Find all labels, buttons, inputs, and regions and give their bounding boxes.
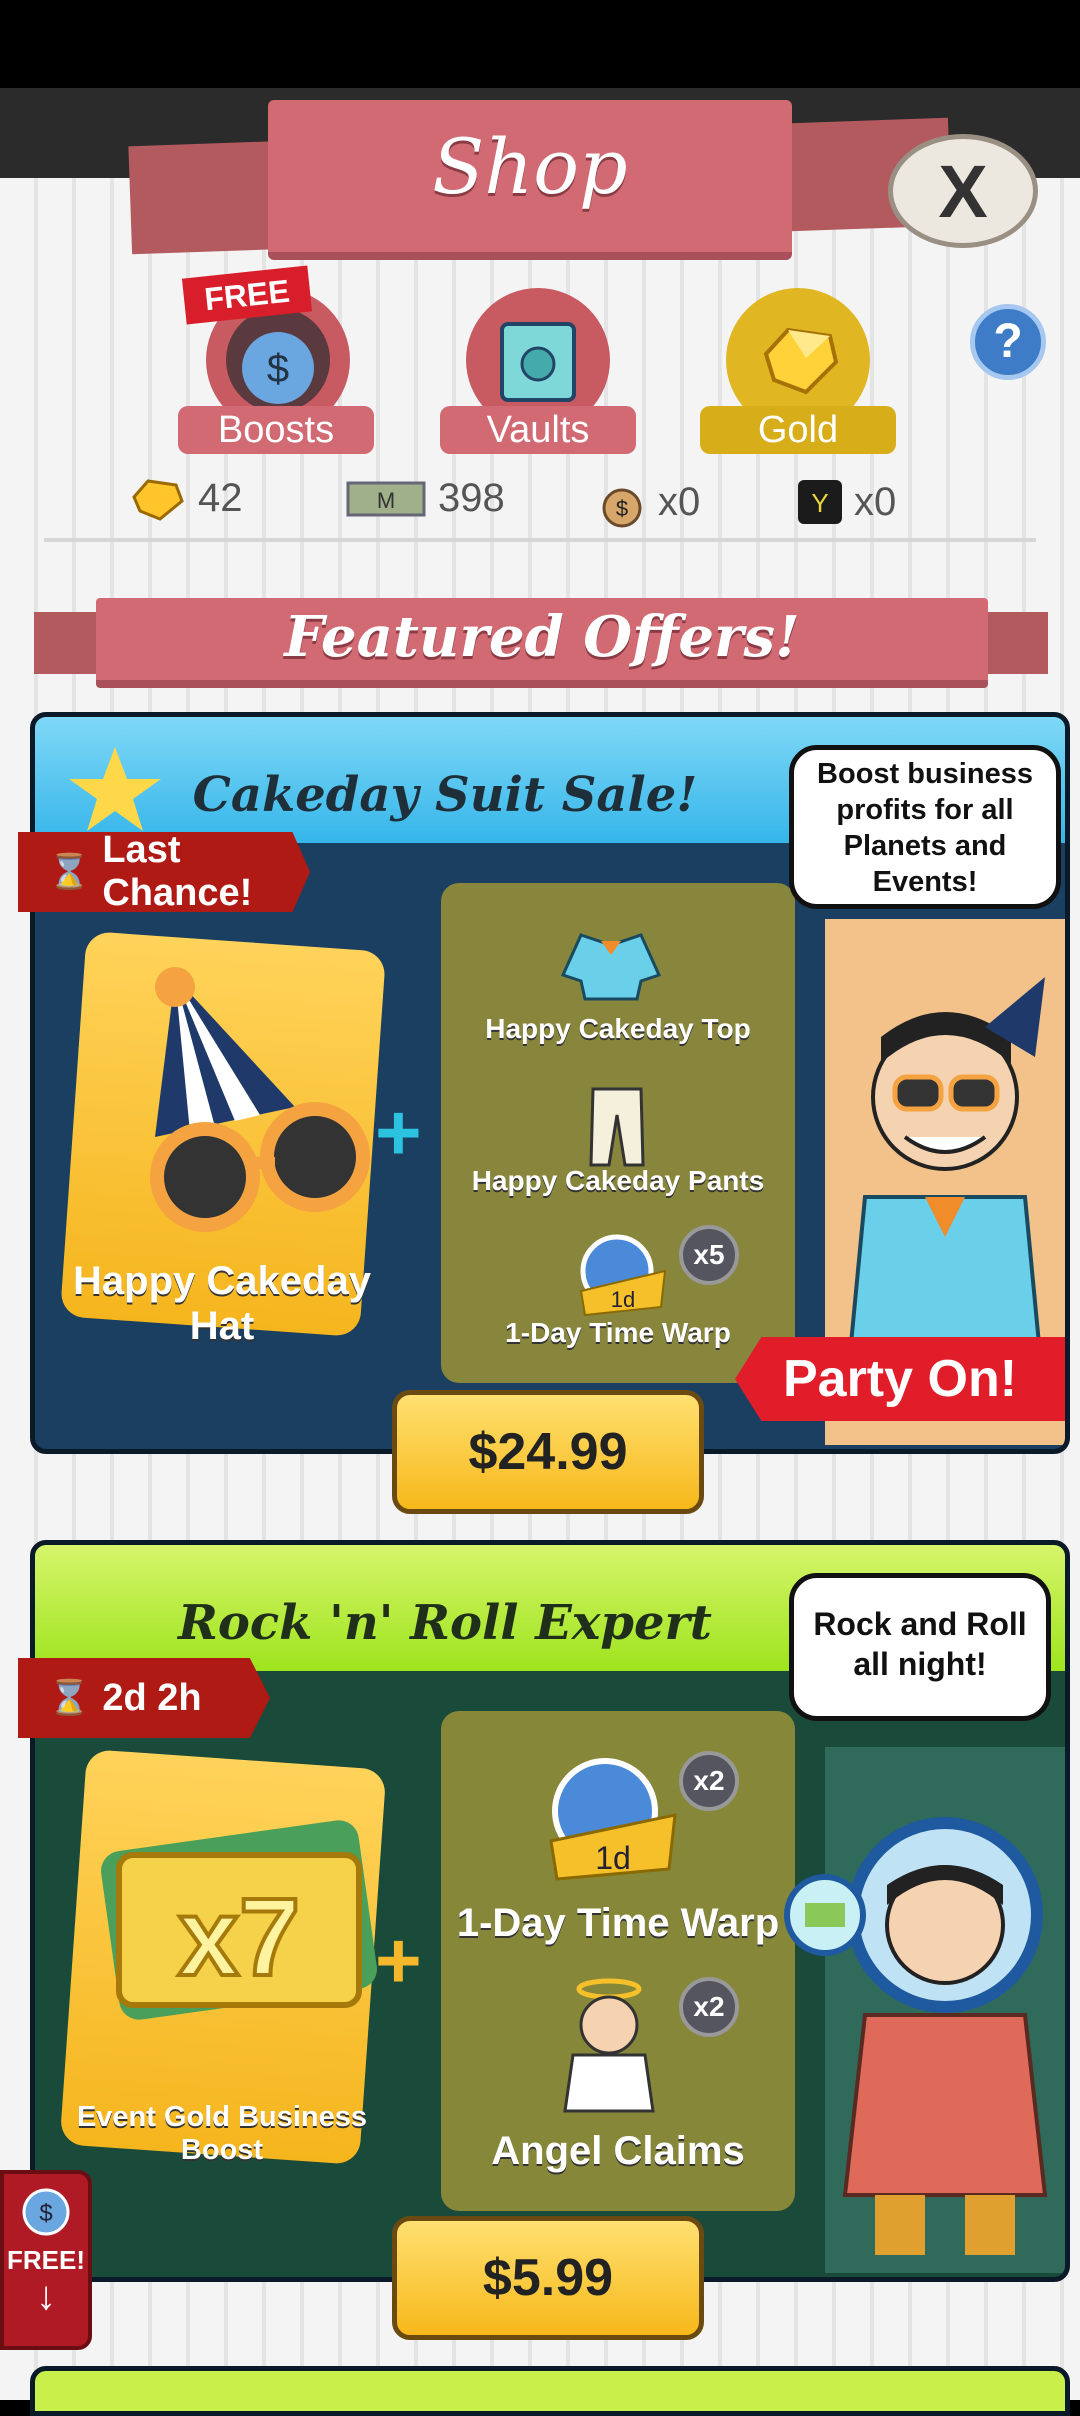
tab-label: Vaults <box>440 406 636 454</box>
timer-label: Last Chance! <box>102 829 253 914</box>
svg-text:M: M <box>377 488 395 513</box>
arrow-down-icon: ↓ <box>36 2274 56 2318</box>
currency-megabucks: M 398 <box>346 476 505 521</box>
tab-label: Gold <box>700 406 896 454</box>
divider <box>44 538 1036 542</box>
offer-title: Rock 'n' Roll Expert <box>178 1595 712 1651</box>
svg-text:1d: 1d <box>611 1287 635 1312</box>
item-label: Angel Claims <box>491 2129 745 2173</box>
multiplier-text: x7 <box>178 1876 300 1999</box>
gold-gem-icon <box>132 478 184 521</box>
party-on-banner: Party On! <box>735 1337 1065 1421</box>
status-bar <box>0 0 1080 88</box>
count-badge: x5 <box>679 1225 739 1285</box>
suit-pants-icon <box>587 1085 647 1174</box>
buy-button-cakeday[interactable]: $24.99 <box>392 1390 704 1514</box>
astronaut-character <box>775 1795 1065 2270</box>
item-label: Happy Cakeday Top <box>485 1013 751 1044</box>
gold-count: 42 <box>198 476 243 520</box>
offer-card-rock-n-roll[interactable]: Rock 'n' Roll Expert x7 Event Gold Busin… <box>30 1540 1070 2282</box>
next-offer-card <box>30 2366 1070 2416</box>
help-button[interactable]: ? <box>970 304 1046 380</box>
currency-ticket: Y x0 <box>796 478 896 526</box>
boost-bag-icon: $ <box>22 2188 70 2236</box>
count-badge: x2 <box>679 1751 739 1811</box>
featured-title: Featured Offers! <box>284 604 800 670</box>
time-warp-icon: 1d <box>571 1227 671 1322</box>
ticket-icon: Y <box>798 480 842 524</box>
svg-text:$: $ <box>616 496 628 521</box>
speech-bubble: Rock and Roll all night! <box>789 1573 1051 1721</box>
count-badge: x2 <box>679 1977 739 2037</box>
timer-tag: ⌛ Last Chance! <box>18 832 310 912</box>
money-bag-count: x0 <box>658 479 701 524</box>
free-side-tab[interactable]: $ FREE! ↓ <box>0 2170 92 2350</box>
offer-card-cakeday[interactable]: Cakeday Suit Sale! Happy Cakeday Hat + H… <box>30 712 1070 1454</box>
free-tab-label: FREE! <box>7 2245 85 2275</box>
offer-title: Cakeday Suit Sale! <box>192 767 698 823</box>
angel-icon <box>549 1975 669 2120</box>
hourglass-icon: ⌛ <box>48 1679 91 1717</box>
main-item-label: Event Gold Business Boost <box>76 2101 368 2166</box>
question-icon: ? <box>993 315 1023 368</box>
hourglass-icon: ⌛ <box>48 853 91 891</box>
tab-label: Boosts <box>178 406 374 454</box>
item-label: 1-Day Time Warp <box>456 1901 780 1945</box>
gold-boost-icon: x7 <box>89 1795 389 2060</box>
speech-bubble: Boost business profits for all Planets a… <box>789 745 1061 909</box>
item-label: Happy Cakeday Pants <box>471 1165 765 1196</box>
time-warp-icon: 1d <box>535 1745 685 1890</box>
svg-text:$: $ <box>39 2200 52 2227</box>
buy-button-rock-n-roll[interactable]: $5.99 <box>392 2216 704 2340</box>
shop-title: Shop <box>432 122 628 211</box>
svg-text:1d: 1d <box>595 1840 631 1876</box>
svg-text:Y: Y <box>811 488 828 518</box>
suit-top-icon <box>560 925 662 1010</box>
money-bag-icon: $ <box>602 488 642 528</box>
timer-tag: ⌛ 2d 2h <box>18 1658 270 1738</box>
plus-icon: + <box>375 1916 422 2005</box>
currency-gold: 42 <box>130 476 243 521</box>
party-hat-icon <box>95 957 385 1242</box>
ticket-count: x0 <box>854 479 897 524</box>
timer-label: 2d 2h <box>102 1676 202 1719</box>
svg-text:$: $ <box>267 347 289 391</box>
megabucks-icon: M <box>346 481 426 516</box>
main-item-label: Happy Cakeday Hat <box>73 1259 371 1348</box>
currency-money-bag: $ x0 <box>592 474 700 530</box>
item-label: 1-Day Time Warp <box>505 1317 731 1348</box>
close-icon: X <box>938 149 988 233</box>
close-button[interactable]: X <box>888 134 1038 248</box>
plus-icon: + <box>375 1088 422 1177</box>
megabucks-count: 398 <box>438 476 505 520</box>
